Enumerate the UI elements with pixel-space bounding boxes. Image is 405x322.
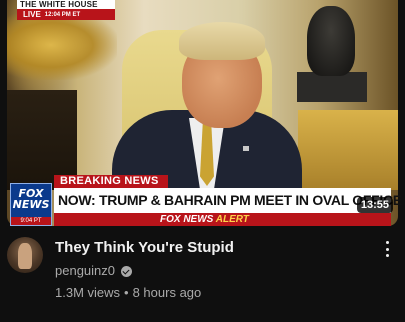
alert-text: FOX NEWS ALERT (160, 213, 249, 226)
video-title[interactable]: They Think You're Stupid (55, 239, 375, 257)
video-stats: 1.3M views • 8 hours ago (55, 285, 201, 301)
video-duration-badge: 13:55 (356, 197, 393, 213)
live-label: LIVE (23, 10, 41, 19)
chyron-headline: NOW: TRUMP & BAHRAIN PM MEET IN OVAL OFF… (58, 192, 402, 208)
person-hair (179, 22, 265, 60)
gold-ornament (7, 10, 117, 80)
location-bug-title: THE WHITE HOUSE (17, 0, 115, 9)
fox-news-logo-text: FOX NEWS (12, 187, 50, 211)
broadcast-time: 12:04 PM ET (44, 11, 81, 18)
more-dot (385, 241, 389, 244)
view-count: 1.3M views (55, 285, 121, 300)
more-vertical-icon[interactable] (381, 240, 393, 258)
fox-news-logo: FOX NEWS 9:04 PT (10, 183, 52, 226)
alert-prefix: FOX NEWS (160, 214, 214, 225)
stats-separator: • (124, 285, 129, 300)
bust-statue (307, 6, 355, 76)
upload-age: 8 hours ago (132, 285, 202, 300)
location-bug-live-row: LIVE 12:04 PM ET (17, 9, 115, 20)
lapel-pin (243, 146, 249, 151)
gold-table (298, 110, 398, 190)
more-dot (385, 254, 389, 257)
breaking-news-label: BREAKING NEWS (54, 175, 168, 188)
verified-badge-icon (121, 265, 132, 277)
alert-suffix: ALERT (215, 214, 249, 225)
channel-row[interactable]: penguinz0 (55, 263, 132, 279)
channel-avatar[interactable] (7, 237, 43, 273)
more-dot (385, 247, 389, 251)
location-bug: THE WHITE HOUSE LIVE 12:04 PM ET (17, 0, 115, 20)
channel-name[interactable]: penguinz0 (55, 263, 115, 279)
video-card[interactable]: THE WHITE HOUSE LIVE 12:04 PM ET 13:55 F… (0, 0, 405, 322)
bust-pedestal (297, 72, 367, 102)
avatar-figure (18, 243, 32, 269)
logo-time: 9:04 PT (11, 217, 51, 225)
